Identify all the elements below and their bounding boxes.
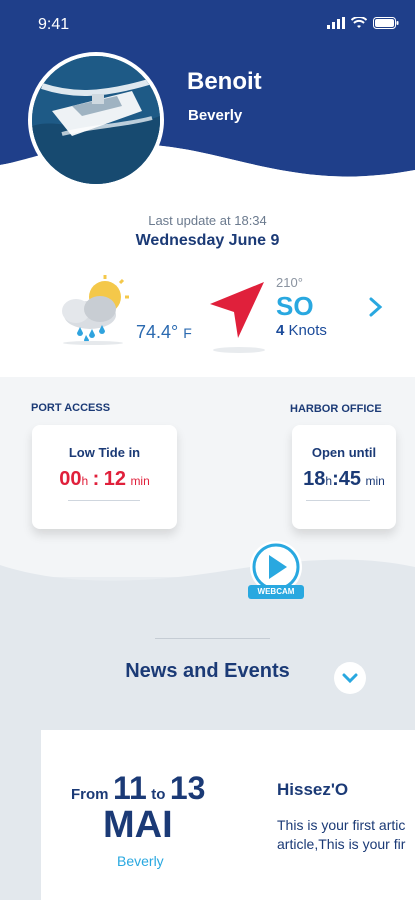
harbor-office-time: 18h:45 min — [292, 468, 396, 491]
divider — [68, 500, 140, 501]
lower-wave — [0, 559, 415, 605]
webcam-label: WEBCAM — [248, 585, 304, 599]
harbor-office-min: min — [365, 474, 385, 488]
wind-speed-unit: Knots — [288, 322, 327, 339]
status-bar: 9:41 — [0, 0, 415, 50]
temperature-unit: F — [183, 325, 192, 341]
port-access-label: PORT ACCESS — [31, 402, 111, 414]
harbor-office-minutes: 45 — [338, 468, 362, 490]
event-body-line1: This is your first artic — [277, 817, 406, 833]
profile-location: Beverly — [188, 107, 243, 124]
harbor-office-sep: : — [332, 468, 339, 490]
weather-date: Wednesday June 9 — [135, 232, 280, 249]
event-title: Hissez'O — [277, 780, 349, 799]
wind-degrees: 210° — [276, 275, 303, 290]
expand-news-button[interactable] — [334, 662, 366, 694]
wifi-icon — [351, 17, 367, 28]
chevron-down-icon — [342, 673, 358, 684]
event-body-line2: article,This is your fir — [277, 836, 406, 852]
port-access-h: h — [81, 474, 89, 488]
port-access-min: min — [130, 474, 150, 488]
port-access-hours: 00 — [59, 468, 82, 490]
event-month: MAI — [103, 804, 173, 846]
event-from: From — [71, 786, 109, 803]
profile-avatar[interactable] — [28, 52, 164, 188]
event-card[interactable]: From 11 to 13 MAI Beverly Hissez'O This … — [41, 730, 415, 900]
temperature: 74.4° F — [136, 322, 192, 343]
section-divider — [155, 638, 270, 639]
wind-speed-value: 4 — [276, 322, 285, 339]
signal-icon — [327, 17, 345, 29]
event-end-day: 13 — [169, 770, 206, 806]
event-location: Beverly — [117, 853, 164, 869]
harbor-office-card[interactable]: Open until 18h:45 min — [292, 425, 396, 529]
status-time: 9:41 — [38, 16, 70, 33]
wind-speed: 4 Knots — [276, 322, 327, 339]
status-icons — [327, 17, 399, 29]
temperature-value: 74.4° — [136, 322, 179, 342]
wind-direction: SO — [276, 291, 314, 321]
port-access-time: 00h : 12 min — [32, 468, 177, 491]
harbor-office-hours: 18 — [303, 468, 326, 490]
rain-cloud-sun-icon — [62, 275, 129, 345]
event-dates: From 11 to 13 — [71, 770, 205, 807]
last-update-text: Last update at 18:34 — [148, 213, 267, 228]
port-access-minutes: 12 — [103, 468, 126, 490]
chevron-right-icon[interactable] — [368, 296, 384, 318]
event-start-day: 11 — [112, 770, 147, 806]
port-access-title: Low Tide in — [68, 445, 141, 460]
webcam-button[interactable]: WEBCAM — [246, 541, 306, 603]
profile-name: Benoit — [187, 68, 262, 95]
harbor-office-label: HARBOR OFFICE — [290, 403, 382, 415]
battery-icon — [373, 17, 399, 29]
port-access-card[interactable]: Low Tide in 00h : 12 min — [32, 425, 177, 529]
event-body: This is your first artic article,This is… — [277, 816, 415, 854]
harbor-office-title: Open until — [311, 445, 377, 460]
port-access-sep: : — [92, 468, 100, 490]
wind-arrow-icon — [210, 282, 265, 353]
event-to: to — [151, 786, 166, 803]
boat-photo — [32, 56, 160, 184]
divider — [306, 500, 370, 501]
